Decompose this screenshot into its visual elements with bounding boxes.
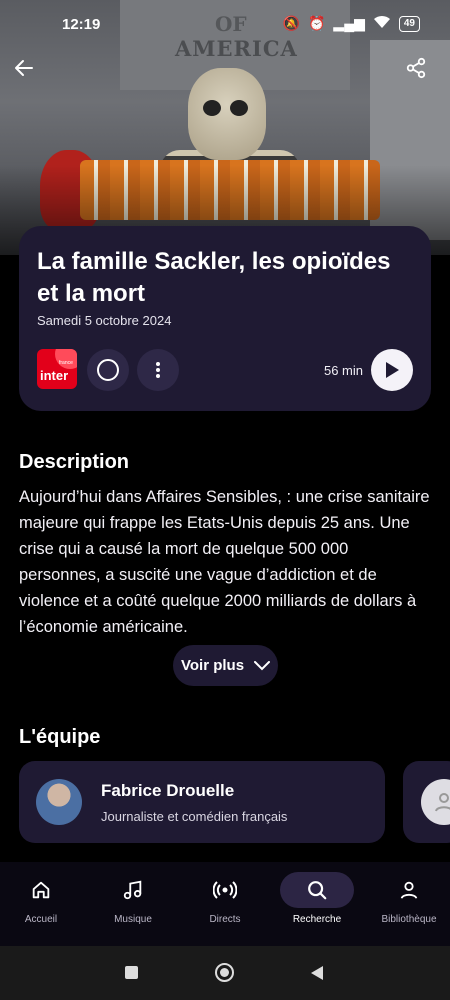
bottom-navigation: Accueil Musique Directs Recherche Biblio…	[0, 862, 450, 946]
user-icon	[400, 881, 418, 899]
team-member-name: Fabrice Drouelle	[101, 781, 235, 800]
episode-title: La famille Sackler, les opioïdes et la m…	[37, 248, 391, 307]
episode-card: La famille Sackler, les opioïdes et la m…	[19, 226, 431, 411]
share-button[interactable]	[400, 52, 432, 84]
signal-icon: ▂▄▆	[333, 15, 365, 31]
play-icon	[386, 362, 399, 378]
back-button[interactable]	[8, 52, 40, 84]
nav-label: Recherche	[292, 914, 342, 925]
nav-label: Accueil	[24, 914, 58, 925]
nav-item-musique[interactable]: Musique	[88, 872, 178, 942]
more-options-button[interactable]	[137, 349, 179, 391]
play-button[interactable]	[371, 349, 413, 391]
nav-label: Musique	[114, 914, 152, 925]
avatar-placeholder-icon	[421, 779, 450, 825]
nav-item-recherche[interactable]: Recherche	[272, 872, 362, 942]
search-icon	[308, 881, 327, 900]
back-nav-button[interactable]	[310, 965, 324, 986]
arrow-left-icon	[15, 60, 33, 76]
episode-duration: 56 min	[323, 363, 363, 378]
nav-item-accueil[interactable]: Accueil	[0, 872, 86, 942]
status-time: 12:19	[62, 16, 101, 33]
wifi-icon	[373, 15, 391, 32]
team-member-card[interactable]	[403, 761, 450, 843]
music-icon	[123, 880, 142, 900]
nav-label: Directs	[209, 914, 241, 925]
description-text: Aujourd’hui dans Affaires Sensibles, : u…	[19, 488, 430, 636]
nav-item-directs[interactable]: Directs	[180, 872, 270, 942]
circle-icon	[97, 359, 119, 381]
show-more-label: Voir plus	[180, 657, 245, 674]
nav-item-bibliotheque[interactable]: Bibliothèque	[364, 872, 450, 942]
description-heading: Description	[19, 451, 130, 473]
mark-listened-button[interactable]	[87, 349, 129, 391]
battery-indicator: 49	[398, 15, 420, 32]
recents-button[interactable]	[125, 966, 138, 979]
home-button[interactable]	[215, 963, 234, 982]
share-icon	[406, 57, 426, 79]
mute-icon: 🔕	[282, 15, 300, 31]
team-member-role: Journaliste et comédien français	[101, 809, 288, 824]
status-bar: 12:19 🔕 ⏰ ▂▄▆ 49	[0, 0, 450, 50]
alarm-icon: ⏰	[307, 15, 326, 31]
triangle-back-icon	[311, 966, 323, 980]
nav-label: Bibliothèque	[381, 914, 437, 925]
team-member-card[interactable]: Fabrice Drouelle Journaliste et comédien…	[19, 761, 385, 843]
avatar	[36, 779, 82, 825]
team-heading: L'équipe	[19, 726, 101, 748]
show-more-button[interactable]: Voir plus	[173, 645, 278, 686]
more-vertical-icon	[156, 362, 160, 378]
chevron-down-icon	[254, 660, 271, 670]
home-icon	[32, 881, 50, 899]
system-navigation-bar	[0, 946, 450, 1000]
live-icon	[213, 881, 237, 899]
station-logo[interactable]: france inter	[37, 349, 77, 389]
episode-date: Samedi 5 octobre 2024	[37, 313, 172, 328]
